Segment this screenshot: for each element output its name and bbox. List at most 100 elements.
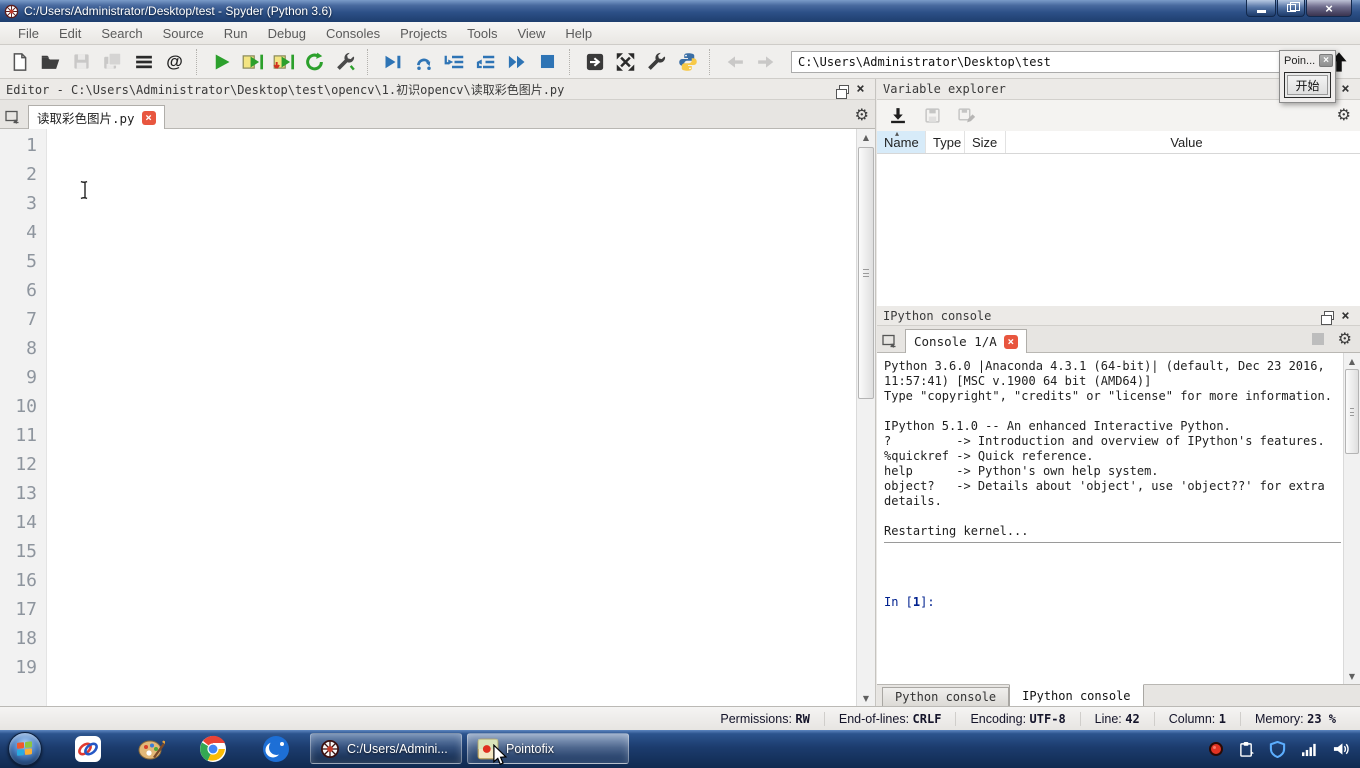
- save-button: [66, 47, 97, 77]
- scrollbar-thumb[interactable]: [1345, 369, 1359, 454]
- scroll-up-arrow[interactable]: ▲: [1344, 353, 1360, 369]
- console-vertical-scrollbar[interactable]: ▲ ▼: [1343, 353, 1360, 684]
- console-close-pane-button[interactable]: ×: [1337, 308, 1354, 323]
- variable-table-body[interactable]: [877, 154, 1360, 306]
- column-header-name[interactable]: ▴ Name: [877, 129, 926, 153]
- editor-float-button[interactable]: [835, 82, 852, 99]
- fullscreen-button[interactable]: [610, 47, 641, 77]
- browse-tabs-button[interactable]: [0, 106, 24, 128]
- editor-file-tab[interactable]: 读取彩色图片.py ×: [28, 105, 165, 129]
- column-header-size[interactable]: Size: [965, 131, 1006, 153]
- console-options-button[interactable]: ⚙: [1338, 331, 1352, 347]
- menu-tools[interactable]: Tools: [457, 24, 507, 43]
- varexp-options-button[interactable]: ⚙: [1337, 107, 1351, 123]
- console-prompt[interactable]: In [1]:: [884, 595, 1343, 610]
- editor-line-number-gutter[interactable]: 1 2 3 4 5 6 7 8 9 10 11 12 13 14 15 16 1…: [0, 129, 47, 706]
- menu-source[interactable]: Source: [153, 24, 214, 43]
- start-button[interactable]: [8, 732, 42, 766]
- varexp-close-pane-button[interactable]: ×: [1337, 82, 1354, 97]
- pointofix-window[interactable]: Poin... × 开始: [1279, 50, 1336, 103]
- taskbar-paint-app-button[interactable]: [136, 734, 166, 764]
- maximize-pane-button[interactable]: [579, 47, 610, 77]
- editor-tab-label: 读取彩色图片.py: [37, 111, 135, 126]
- taskbar-browser-button[interactable]: [261, 734, 291, 764]
- working-directory-input[interactable]: [791, 50, 1283, 73]
- browse-tabs-button[interactable]: [877, 330, 901, 352]
- debug-step-into-button[interactable]: [439, 47, 470, 77]
- taskbar-spyder-window-button[interactable]: C:/Users/Admini...: [310, 733, 462, 764]
- tab-python-console[interactable]: Python console: [882, 687, 1010, 708]
- close-icon: ×: [1323, 54, 1329, 66]
- close-icon: ×: [856, 81, 865, 97]
- taskbar-remote-app-button[interactable]: [73, 734, 103, 764]
- open-file-button[interactable]: [35, 47, 66, 77]
- new-file-button[interactable]: [4, 47, 35, 77]
- menu-help[interactable]: Help: [555, 24, 602, 43]
- maximize-button[interactable]: [1277, 0, 1305, 17]
- menu-view[interactable]: View: [507, 24, 555, 43]
- console-output-area[interactable]: Python 3.6.0 |Anaconda 4.3.1 (64-bit)| (…: [877, 353, 1343, 684]
- editor-vertical-scrollbar[interactable]: ▲ ▼: [856, 129, 875, 706]
- status-column: Column: 1: [1153, 711, 1240, 726]
- line-number: 1: [26, 135, 37, 156]
- volume-tray-icon[interactable]: [1333, 741, 1350, 757]
- menu-debug[interactable]: Debug: [258, 24, 316, 43]
- run-configuration-button[interactable]: [330, 47, 361, 77]
- tools-button[interactable]: [641, 47, 672, 77]
- run-cell-button[interactable]: [237, 47, 268, 77]
- column-header-value[interactable]: Value: [1006, 131, 1360, 153]
- column-header-type[interactable]: Type: [926, 131, 965, 153]
- line-number: 3: [26, 193, 37, 214]
- console-float-button[interactable]: [1320, 308, 1337, 325]
- tab-ipython-console[interactable]: IPython console: [1009, 684, 1144, 707]
- debug-step-out-button[interactable]: [470, 47, 501, 77]
- clipboard-tray-icon[interactable]: [1239, 741, 1254, 758]
- taskbar-pointofix-window-button[interactable]: Pointofix: [467, 733, 629, 764]
- menu-projects[interactable]: Projects: [390, 24, 457, 43]
- console-tab[interactable]: Console 1/A ×: [905, 329, 1027, 353]
- scroll-up-arrow[interactable]: ▲: [857, 129, 875, 145]
- rerun-button[interactable]: [299, 47, 330, 77]
- console-line: 11:57:41) [MSC v.1900 64 bit (AMD64)]: [884, 374, 1152, 388]
- menu-consoles[interactable]: Consoles: [316, 24, 390, 43]
- window-titlebar[interactable]: C:/Users/Administrator/Desktop/test - Sp…: [0, 0, 1360, 22]
- pointofix-titlebar[interactable]: Poin... ×: [1280, 51, 1335, 70]
- scroll-down-arrow[interactable]: ▼: [1344, 668, 1360, 684]
- debug-stop-button[interactable]: [532, 47, 563, 77]
- file-switcher-button[interactable]: [128, 47, 159, 77]
- pointofix-close-button[interactable]: ×: [1319, 54, 1333, 67]
- debug-continue-button[interactable]: [501, 47, 532, 77]
- security-shield-tray-icon[interactable]: [1269, 740, 1286, 758]
- editor-pane-header: Editor - C:\Users\Administrator\Desktop\…: [0, 79, 875, 100]
- status-permissions: Permissions: RW: [720, 711, 810, 726]
- taskbar-chrome-button[interactable]: [198, 734, 228, 764]
- python-path-button[interactable]: [672, 47, 703, 77]
- menu-edit[interactable]: Edit: [49, 24, 91, 43]
- run-cell-advance-button[interactable]: [268, 47, 299, 77]
- editor-close-pane-button[interactable]: ×: [852, 82, 869, 97]
- editor-options-button[interactable]: ⚙: [855, 107, 869, 123]
- run-button[interactable]: [206, 47, 237, 77]
- forward-button: [750, 47, 781, 77]
- recorder-tray-icon[interactable]: [1208, 741, 1224, 757]
- import-data-button[interactable]: [886, 101, 910, 131]
- network-signal-tray-icon[interactable]: [1301, 742, 1318, 757]
- editor-code-area[interactable]: 1 2 3 4 5 6 7 8 9 10 11 12 13 14 15 16 1…: [0, 129, 875, 706]
- menu-file[interactable]: File: [8, 24, 49, 43]
- symbol-finder-button[interactable]: @: [159, 47, 190, 77]
- close-button[interactable]: ×: [1306, 0, 1352, 17]
- pointofix-start-button[interactable]: 开始: [1284, 72, 1331, 98]
- menu-search[interactable]: Search: [91, 24, 152, 43]
- scroll-down-arrow[interactable]: ▼: [857, 690, 875, 706]
- menu-run[interactable]: Run: [214, 24, 258, 43]
- tab-close-button[interactable]: ×: [1003, 334, 1018, 349]
- debug-step-button[interactable]: [408, 47, 439, 77]
- line-number: 16: [15, 570, 37, 591]
- float-pane-icon: [835, 84, 849, 99]
- minimize-button[interactable]: [1246, 0, 1276, 17]
- tab-close-button[interactable]: ×: [141, 110, 156, 125]
- console-tab-bar: Console 1/A × ⚙: [877, 326, 1360, 353]
- status-encoding: Encoding: UTF-8: [955, 711, 1079, 726]
- debug-button[interactable]: [377, 47, 408, 77]
- scrollbar-thumb[interactable]: [858, 147, 874, 399]
